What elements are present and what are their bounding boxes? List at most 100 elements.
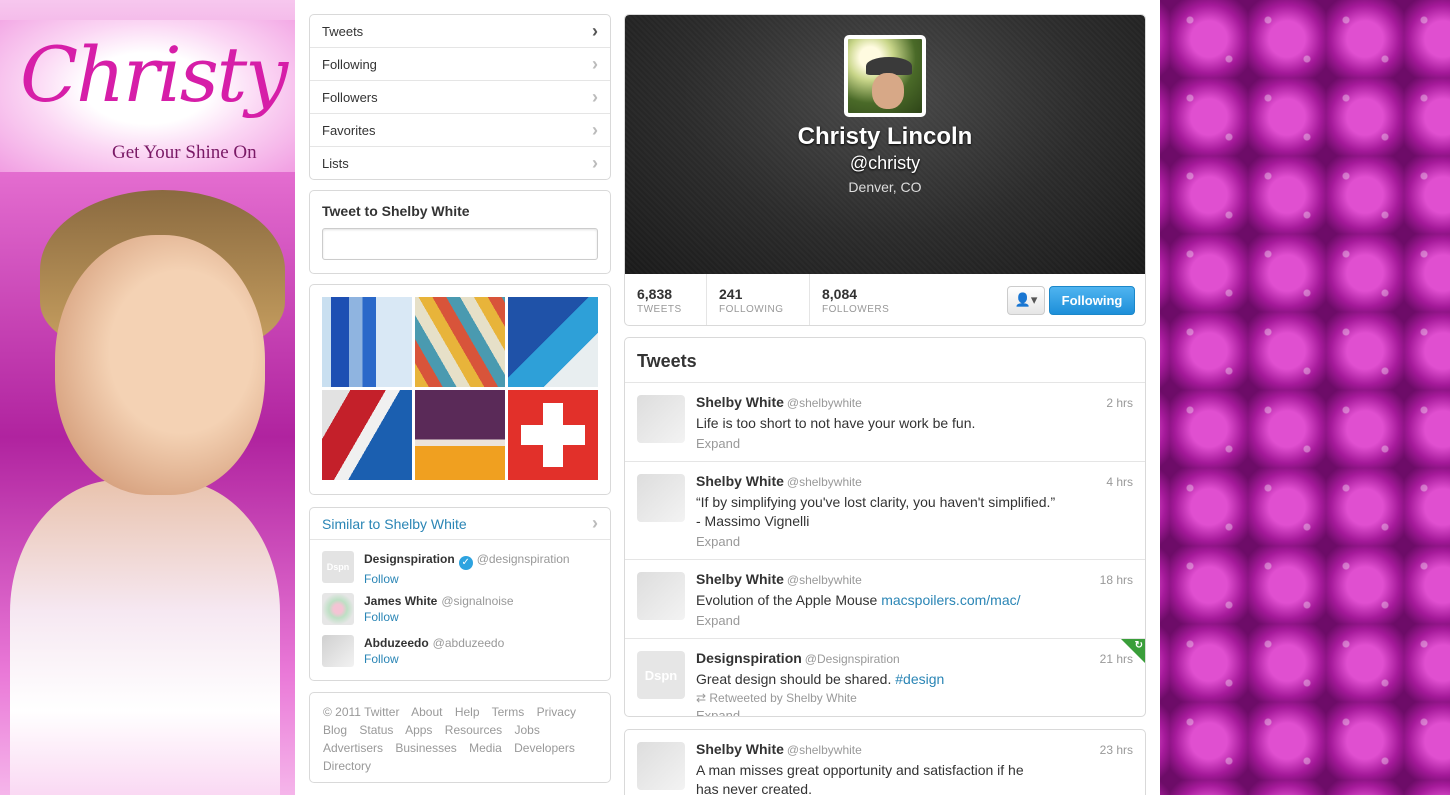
expand-link[interactable]: Expand xyxy=(696,708,1133,716)
footer-link-directory[interactable]: Directory xyxy=(323,759,371,773)
avatar[interactable] xyxy=(637,474,685,522)
promo-logo: Christy xyxy=(20,30,288,119)
tweet-item[interactable]: ↻ Dspn Designspiration @Designspiration 2… xyxy=(625,639,1145,716)
tweet-text: “If by simplifying you've lost clarity, … xyxy=(696,493,1133,531)
retweeted-by: ⇄ Retweeted by Shelby White xyxy=(696,691,1133,705)
avatar[interactable] xyxy=(322,593,354,625)
photo-thumb[interactable] xyxy=(508,390,598,480)
footer-link-about[interactable]: About xyxy=(411,705,442,719)
expand-link[interactable]: Expand xyxy=(696,613,1133,628)
tweet-time[interactable]: 18 hrs xyxy=(1100,573,1133,587)
avatar[interactable] xyxy=(322,635,354,667)
similar-user-name[interactable]: Designspiration xyxy=(364,552,455,566)
avatar[interactable] xyxy=(637,572,685,620)
tweet-item-partial[interactable]: Shelby White @shelbywhite 23 hrs A man mi… xyxy=(624,729,1146,795)
user-actions-button[interactable]: 👤▾ xyxy=(1007,285,1045,315)
avatar[interactable]: Dspn xyxy=(322,551,354,583)
chevron-right-icon: › xyxy=(592,53,598,74)
tweet-item[interactable]: Shelby White @shelbywhite 18 hrs Evolutio… xyxy=(625,560,1145,639)
tweet-time[interactable]: 4 hrs xyxy=(1106,475,1133,489)
expand-link[interactable]: Expand xyxy=(696,534,1133,549)
stat-number: 8,084 xyxy=(822,285,858,302)
nav-lists[interactable]: Lists › xyxy=(310,147,610,179)
photo-thumb[interactable] xyxy=(322,390,412,480)
photo-thumb[interactable] xyxy=(415,390,505,480)
stat-label: TWEETS xyxy=(637,303,682,315)
tweet-text-body: Evolution of the Apple Mouse xyxy=(696,592,882,608)
footer-link-help[interactable]: Help xyxy=(455,705,480,719)
nav-label: Tweets xyxy=(322,23,364,39)
retweeted-by-text[interactable]: Retweeted by Shelby White xyxy=(709,691,856,705)
stat-following[interactable]: 241 FOLLOWING xyxy=(707,274,810,325)
nav-label: Lists xyxy=(322,156,349,171)
profile-card: Christy Lincoln @christy Denver, CO 6,83… xyxy=(624,14,1146,326)
stat-followers[interactable]: 8,084 FOLLOWERS xyxy=(810,274,910,325)
tweet-author[interactable]: Shelby White xyxy=(696,394,784,410)
profile-name: Christy Lincoln xyxy=(797,123,973,150)
verified-badge-icon: ✓ xyxy=(458,556,473,570)
similar-user-name[interactable]: James White xyxy=(364,594,437,608)
avatar[interactable]: Dspn xyxy=(637,651,685,699)
footer-copyright: © 2011 Twitter xyxy=(323,705,400,719)
footer-link-advertisers[interactable]: Advertisers xyxy=(323,741,383,755)
nav-following[interactable]: Following › xyxy=(310,48,610,81)
footer-link-terms[interactable]: Terms xyxy=(492,705,525,719)
tweet-text: Evolution of the Apple Mouse macspoilers… xyxy=(696,591,1133,610)
footer-link-resources[interactable]: Resources xyxy=(445,723,502,737)
tweet-text: A man misses great opportunity and satis… xyxy=(696,761,1133,795)
profile-avatar[interactable] xyxy=(844,35,926,117)
tweet-item[interactable]: Shelby White @shelbywhite 23 hrs A man mi… xyxy=(625,730,1145,795)
follow-link[interactable]: Follow xyxy=(364,572,570,586)
tweet-text-line: “If by simplifying you've lost clarity, … xyxy=(696,494,1056,510)
tweet-author[interactable]: Shelby White xyxy=(696,473,784,489)
nav-favorites[interactable]: Favorites › xyxy=(310,114,610,147)
footer-link-businesses[interactable]: Businesses xyxy=(395,741,456,755)
footer-link-apps[interactable]: Apps xyxy=(405,723,432,737)
footer-link-privacy[interactable]: Privacy xyxy=(537,705,576,719)
portrait-face xyxy=(55,235,265,495)
photo-thumb[interactable] xyxy=(508,297,598,387)
follow-link[interactable]: Follow xyxy=(364,652,504,666)
profile-location: Denver, CO xyxy=(848,179,922,195)
tweet-text: Great design should be shared. #design xyxy=(696,670,1133,689)
tweet-hashtag[interactable]: #design xyxy=(895,671,944,687)
tweet-time[interactable]: 21 hrs xyxy=(1100,652,1133,666)
nav-followers[interactable]: Followers › xyxy=(310,81,610,114)
tweet-item[interactable]: Shelby White @shelbywhite 4 hrs “If by si… xyxy=(625,462,1145,560)
tweet-author[interactable]: Designspiration xyxy=(696,650,802,666)
tweets-title: Tweets xyxy=(625,338,1145,383)
footer-link-jobs[interactable]: Jobs xyxy=(514,723,539,737)
similar-header[interactable]: Similar to Shelby White › xyxy=(310,508,610,540)
following-button[interactable]: Following xyxy=(1049,285,1135,315)
footer-link-status[interactable]: Status xyxy=(359,723,393,737)
tweet-author[interactable]: Shelby White xyxy=(696,571,784,587)
photo-thumb[interactable] xyxy=(415,297,505,387)
nav-label: Favorites xyxy=(322,122,376,138)
similar-user-name[interactable]: Abduzeedo xyxy=(364,636,429,650)
tweet-text-line: A man misses great opportunity and satis… xyxy=(696,762,1024,778)
chevron-right-icon: › xyxy=(592,86,598,107)
tweet-text-line: has never created. xyxy=(696,781,812,795)
tweet-link[interactable]: macspoilers.com/mac/ xyxy=(881,592,1020,608)
tweet-time[interactable]: 23 hrs xyxy=(1100,743,1133,757)
tweet-author[interactable]: Shelby White xyxy=(696,741,784,757)
stat-tweets[interactable]: 6,838 TWEETS xyxy=(625,274,707,325)
footer-link-blog[interactable]: Blog xyxy=(323,723,347,737)
expand-link[interactable]: Expand xyxy=(696,436,1133,451)
avatar[interactable] xyxy=(637,742,685,790)
footer-link-media[interactable]: Media xyxy=(469,741,502,755)
photo-thumb[interactable] xyxy=(322,297,412,387)
tweet-item[interactable]: Shelby White @shelbywhite 2 hrs Life is t… xyxy=(625,383,1145,462)
avatar[interactable] xyxy=(637,395,685,443)
similar-title: Similar to Shelby White xyxy=(322,515,467,532)
footer-link-developers[interactable]: Developers xyxy=(514,741,575,755)
similar-user-row: Dspn Designspiration ✓ @designspiration Fo… xyxy=(310,551,610,593)
retweet-small-icon: ⇄ xyxy=(696,691,710,705)
avatar-face xyxy=(872,73,904,109)
profile-nav: Tweets › Following › Followers › Favorites ›… xyxy=(309,14,611,180)
tweet-to-input[interactable] xyxy=(322,228,598,260)
follow-link[interactable]: Follow xyxy=(364,610,514,624)
nav-tweets[interactable]: Tweets › xyxy=(310,15,610,48)
tweet-time[interactable]: 2 hrs xyxy=(1106,396,1133,410)
tweets-panel: Tweets Shelby White @shelbywhite 2 hrs Li… xyxy=(624,337,1146,717)
